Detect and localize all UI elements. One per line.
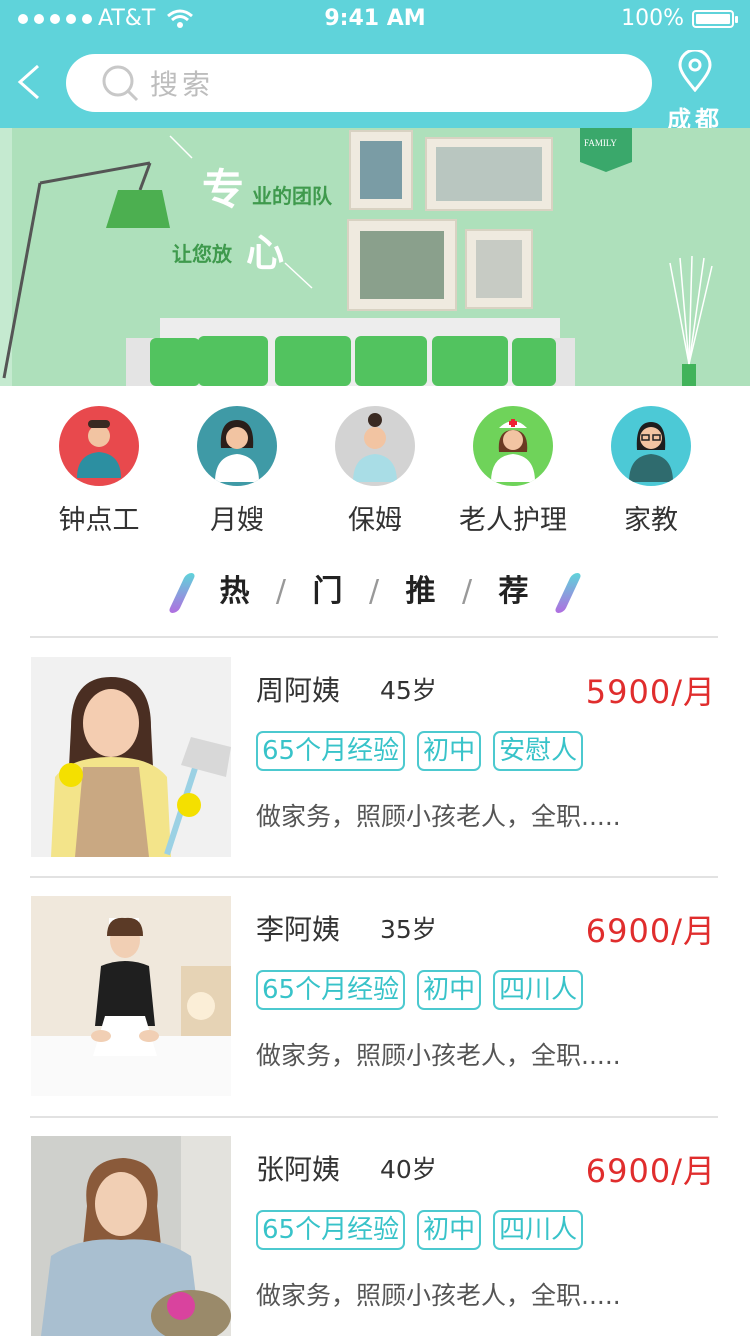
listing-price: 5900/月: [585, 673, 716, 711]
promo-banner[interactable]: 专 业的团队 让您放 心 FAMILY: [0, 128, 750, 386]
category-hourly[interactable]: 钟点工: [30, 406, 168, 537]
listing-description: 做家务，照顾小孩老人，全职.....: [256, 802, 621, 831]
tag-origin: 四川人: [493, 970, 584, 1010]
title-char: 门: [312, 574, 345, 609]
battery-percent: 100%: [621, 6, 684, 31]
title-slash: /: [275, 574, 289, 609]
title-char: 热: [219, 574, 252, 609]
hot-recommend-title: 热 / 门 / 推 / 荐: [0, 566, 750, 613]
listing-age: 45岁: [380, 676, 437, 705]
battery-icon: [692, 9, 738, 28]
listing-description: 做家务，照顾小孩老人，全职.....: [256, 1041, 621, 1070]
listing-age: 40岁: [380, 1155, 437, 1184]
category-nanny[interactable]: 保姆: [306, 406, 444, 537]
tag-education: 初中: [417, 731, 482, 771]
title-deco-left-icon: [167, 572, 197, 613]
banner-text-big1: 专: [202, 165, 245, 214]
tag-experience: 65个月经验: [256, 970, 406, 1010]
tag-experience: 65个月经验: [256, 731, 406, 771]
title-char: 荐: [498, 574, 531, 609]
listing-card[interactable]: 张阿姨 40岁 6900/月 65个月经验 初中 四川人 做家务，照顾小孩老人，…: [0, 1136, 750, 1336]
category-maternity[interactable]: 月嫂: [168, 406, 306, 537]
tag-education: 初中: [417, 1210, 482, 1250]
category-label: 家教: [624, 505, 678, 536]
listing-photo: [31, 896, 231, 1096]
category-nav: 钟点工 月嫂 保姆 老人护理 家教: [0, 406, 750, 536]
tag-education: 初中: [417, 970, 482, 1010]
hourly-worker-avatar-icon: [59, 406, 139, 486]
listing-price: 6900/月: [585, 1152, 716, 1190]
elderly-care-nurse-avatar-icon: [473, 406, 553, 486]
banner-text-small1: 业的团队: [252, 184, 332, 208]
listing-name: 张阿姨: [256, 1153, 341, 1186]
listing-age: 35岁: [380, 915, 437, 944]
title-slash: /: [461, 574, 475, 609]
search-bar[interactable]: 搜索: [66, 54, 652, 112]
category-label: 保姆: [348, 505, 402, 536]
battery-indicator: 100%: [621, 6, 738, 31]
listing-name: 周阿姨: [256, 674, 341, 707]
banner-illustration: [0, 128, 750, 386]
banner-text-big2: 心: [246, 231, 285, 275]
listing-card[interactable]: 周阿姨 45岁 5900/月 65个月经验 初中 安慰人 做家务，照顾小孩老人，…: [0, 657, 750, 857]
tag-experience: 65个月经验: [256, 1210, 406, 1250]
banner-text-small2: 让您放: [172, 242, 232, 266]
category-tutor[interactable]: 家教: [582, 406, 720, 537]
listing-tags: 65个月经验 初中 安慰人: [256, 731, 584, 771]
title-slash: /: [368, 574, 382, 609]
category-label: 老人护理: [459, 505, 567, 536]
listing-price: 6900/月: [585, 912, 716, 950]
search-placeholder: 搜索: [150, 68, 215, 101]
title-char: 推: [405, 574, 438, 609]
listing-card[interactable]: 李阿姨 35岁 6900/月 65个月经验 初中 四川人 做家务，照顾小孩老人，…: [0, 896, 750, 1096]
search-icon: [102, 65, 139, 102]
location-pin-icon: [678, 48, 712, 93]
title-deco-right-icon: [553, 572, 583, 613]
divider: [30, 876, 718, 878]
listing-tags: 65个月经验 初中 四川人: [256, 970, 584, 1010]
tutor-avatar-icon: [611, 406, 691, 486]
category-label: 月嫂: [210, 505, 264, 536]
category-elderly-care[interactable]: 老人护理: [444, 406, 582, 537]
top-bar: AT&T 9:41 AM 100% 搜索 成都: [0, 0, 750, 134]
divider: [30, 1116, 718, 1118]
nanny-avatar-icon: [335, 406, 415, 486]
category-label: 钟点工: [58, 505, 140, 536]
banner-family-badge: FAMILY: [584, 138, 617, 148]
listing-description: 做家务，照顾小孩老人，全职.....: [256, 1281, 621, 1310]
listing-photo: [31, 657, 231, 857]
back-arrow-icon[interactable]: [12, 62, 48, 102]
listing-name: 李阿姨: [256, 913, 341, 946]
listing-photo: [31, 1136, 231, 1336]
maternity-nanny-avatar-icon: [197, 406, 277, 486]
listing-tags: 65个月经验 初中 四川人: [256, 1210, 584, 1250]
tag-origin: 四川人: [493, 1210, 584, 1250]
divider: [30, 636, 718, 638]
status-bar: AT&T 9:41 AM 100%: [0, 0, 750, 38]
location-selector[interactable]: 成都: [660, 48, 730, 135]
tag-trait: 安慰人: [493, 731, 584, 771]
